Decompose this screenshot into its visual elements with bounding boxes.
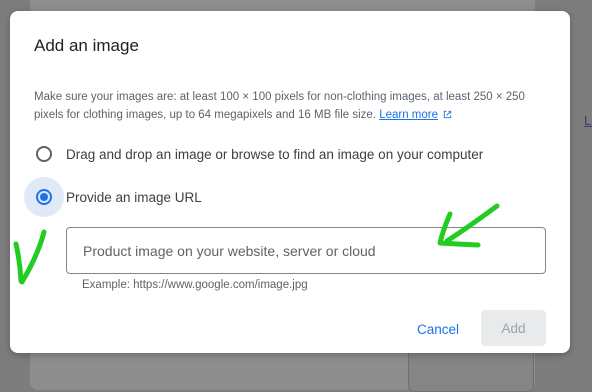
- option-drag-drop[interactable]: Drag and drop an image or browse to find…: [24, 134, 483, 174]
- external-link-icon[interactable]: [442, 108, 453, 126]
- image-requirements-text: Make sure your images are: at least 100 …: [34, 88, 544, 126]
- background-link: Le: [584, 113, 592, 128]
- add-image-dialog: Add an image Make sure your images are: …: [10, 11, 570, 353]
- dialog-title: Add an image: [34, 36, 139, 55]
- radio-checked-icon[interactable]: [36, 189, 52, 205]
- radio-unchecked-icon[interactable]: [36, 146, 52, 162]
- cancel-button[interactable]: Cancel: [404, 312, 472, 346]
- learn-more-link[interactable]: Learn more: [379, 109, 438, 121]
- url-example-hint: Example: https://www.google.com/image.jp…: [82, 279, 308, 291]
- radio-hit-area[interactable]: [24, 177, 64, 217]
- option-drag-drop-label[interactable]: Drag and drop an image or browse to find…: [66, 147, 483, 162]
- option-image-url-label[interactable]: Provide an image URL: [66, 190, 202, 205]
- image-url-input[interactable]: [66, 227, 546, 274]
- radio-hit-area[interactable]: [24, 134, 64, 174]
- add-button[interactable]: Add: [481, 310, 546, 346]
- option-image-url[interactable]: Provide an image URL: [24, 177, 202, 217]
